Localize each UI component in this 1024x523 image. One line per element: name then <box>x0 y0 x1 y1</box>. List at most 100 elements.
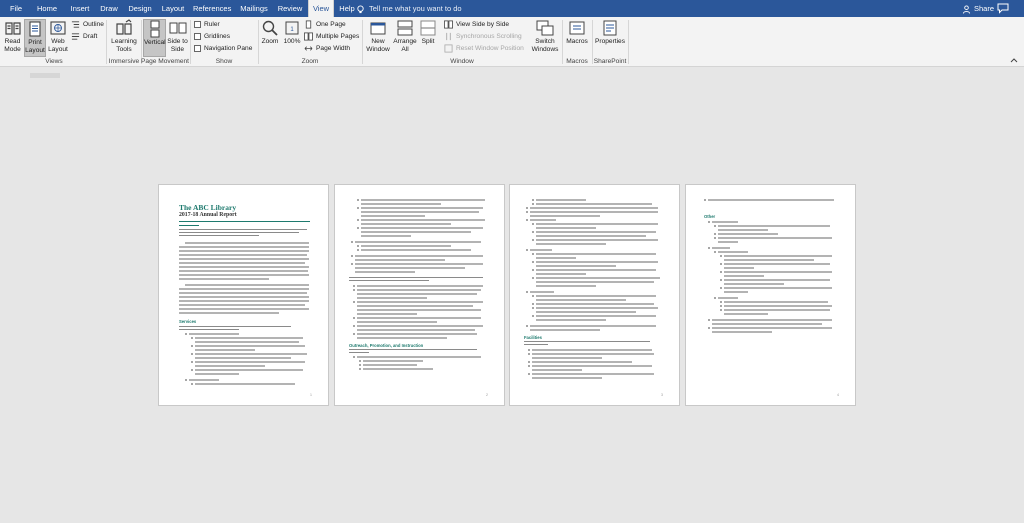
macros-icon <box>569 21 585 35</box>
text-line <box>179 312 279 314</box>
sharepoint-group-label: SharePoint <box>593 58 627 65</box>
tab-insert[interactable]: Insert <box>66 0 94 17</box>
draft-button[interactable]: Draft <box>71 31 97 42</box>
text-line <box>185 284 309 286</box>
learning-tools-button[interactable]: Learning Tools <box>108 19 140 57</box>
print-layout-button[interactable]: Print Layout <box>24 19 46 57</box>
share-button[interactable]: Share <box>962 0 994 17</box>
reset-window-icon <box>444 44 453 53</box>
bullet <box>526 291 528 293</box>
text-line <box>712 221 738 223</box>
text-line <box>536 231 656 233</box>
text-line <box>361 231 471 233</box>
text-line <box>349 280 429 282</box>
zoom-button[interactable]: Zoom <box>260 19 280 57</box>
document-page[interactable]: Outreach, Promotion, and Instruction 2 <box>334 184 505 406</box>
one-page-label: One Page <box>316 21 346 28</box>
document-page[interactable]: Facilities 3 <box>509 184 680 406</box>
zoom-100-button[interactable]: 1 100% <box>282 19 302 57</box>
text-line <box>724 291 748 293</box>
ribbon-tab-bar: File Home Insert Draw Design Layout Refe… <box>0 0 1024 17</box>
tab-help[interactable]: Help <box>338 0 356 17</box>
tab-review[interactable]: Review <box>276 0 304 17</box>
text-line <box>724 279 830 281</box>
bullet <box>720 305 722 307</box>
one-page-button[interactable]: One Page <box>304 19 346 30</box>
synchronous-scrolling-button[interactable]: Synchronous Scrolling <box>444 31 522 42</box>
document-page[interactable]: The ABC Library 2017-18 Annual Report Se… <box>158 184 329 406</box>
text-line <box>536 285 596 287</box>
new-window-button[interactable]: New Window <box>364 19 392 57</box>
text-line <box>532 369 582 371</box>
navigation-pane-checkbox[interactable]: Navigation Pane <box>194 43 252 54</box>
text-line <box>724 271 832 273</box>
tab-mailings[interactable]: Mailings <box>238 0 270 17</box>
properties-button[interactable]: Properties <box>594 19 626 57</box>
text-line <box>195 337 303 339</box>
comments-icon[interactable] <box>997 3 1009 14</box>
text-line <box>357 333 477 335</box>
text-line <box>361 199 485 201</box>
tell-me-search[interactable]: Tell me what you want to do <box>356 0 462 17</box>
tab-home[interactable]: Home <box>32 0 62 17</box>
document-page[interactable]: Other 4 <box>685 184 856 406</box>
tab-design[interactable]: Design <box>126 0 154 17</box>
ruler-checkbox[interactable]: Ruler <box>194 19 220 30</box>
side-to-side-button[interactable]: Side to Side <box>167 19 188 57</box>
text-line <box>195 357 291 359</box>
bullet <box>185 379 187 381</box>
text-line <box>361 227 483 229</box>
text-line <box>361 211 479 213</box>
bullet <box>526 211 528 213</box>
text-line <box>361 235 411 237</box>
document-subtitle: 2017-18 Annual Report <box>179 212 237 218</box>
collapse-ribbon-icon[interactable] <box>1010 57 1018 63</box>
show-group-label: Show <box>215 58 233 65</box>
page-number: 2 <box>486 393 488 397</box>
text-line <box>189 333 239 335</box>
bullet <box>191 369 193 371</box>
document-canvas[interactable]: The ABC Library 2017-18 Annual Report Se… <box>0 67 1024 523</box>
bullet <box>528 353 530 355</box>
text-line <box>179 292 307 294</box>
view-side-by-side-button[interactable]: View Side by Side <box>444 19 509 30</box>
bullet <box>191 337 193 339</box>
text-line <box>355 267 465 269</box>
gridlines-checkbox[interactable]: Gridlines <box>194 31 230 42</box>
text-line <box>536 273 586 275</box>
bullet <box>353 285 355 287</box>
outline-button[interactable]: Outline <box>71 19 104 30</box>
tab-layout[interactable]: Layout <box>159 0 187 17</box>
multiple-pages-button[interactable]: Multiple Pages <box>304 31 359 42</box>
tab-references[interactable]: References <box>193 0 231 17</box>
text-line <box>536 299 626 301</box>
macros-button[interactable]: Macros <box>564 19 590 57</box>
arrange-all-button[interactable]: Arrange All <box>392 19 418 57</box>
switch-windows-button[interactable]: Switch Windows <box>530 19 560 57</box>
tab-file[interactable]: File <box>4 0 28 17</box>
bullet <box>357 227 359 229</box>
page-width-button[interactable]: Page Width <box>304 43 350 54</box>
tab-draw[interactable]: Draw <box>98 0 120 17</box>
reset-window-position-button[interactable]: Reset Window Position <box>444 43 524 54</box>
text-line <box>357 301 483 303</box>
text-line <box>179 246 309 248</box>
vertical-button[interactable]: Vertical <box>143 19 166 57</box>
text-line <box>179 258 309 260</box>
bullet <box>191 353 193 355</box>
text-line <box>708 199 834 201</box>
bullet <box>357 249 359 251</box>
text-line <box>179 274 309 276</box>
bullet <box>357 245 359 247</box>
section-heading-services: Services <box>179 319 197 324</box>
text-line <box>357 325 483 327</box>
window-group-label: Window <box>450 58 474 65</box>
split-button[interactable]: Split <box>418 19 438 57</box>
ruler-placeholder <box>30 73 60 78</box>
web-layout-button[interactable]: Web Layout <box>47 19 69 57</box>
read-mode-button[interactable]: Read Mode <box>2 19 23 57</box>
tab-view[interactable]: View <box>308 0 334 17</box>
bullet <box>353 356 355 358</box>
globe-page-icon <box>50 21 66 35</box>
text-line <box>712 247 730 249</box>
